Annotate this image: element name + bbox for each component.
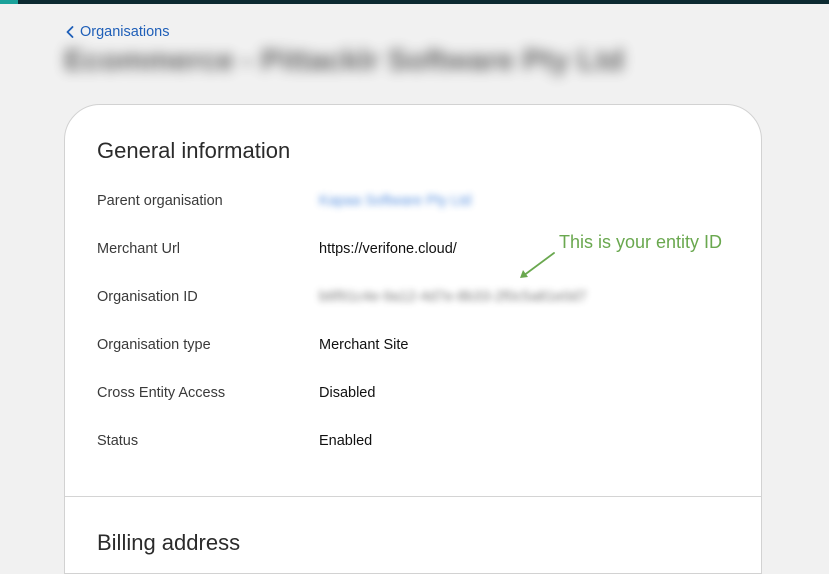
chevron-left-icon [66,26,74,38]
entity-id-annotation: This is your entity ID [559,232,723,252]
detail-label: Merchant Url [97,241,180,257]
page-title: Ecommerce - Pittacklr Software Pty Ltd [64,44,625,77]
detail-label: Status [97,433,139,449]
header-accent [0,0,18,4]
detail-value: Merchant Site [319,337,409,353]
organisation-details-card: General information Parent organisation … [64,104,762,574]
detail-label: Organisation type [97,337,211,353]
detail-label: Cross Entity Access [97,385,226,401]
top-header-bar [0,0,829,4]
detail-value: https://verifone.cloud/ [319,241,457,257]
billing-address-heading: Billing address [97,530,241,555]
arrow-icon [514,250,558,287]
detail-value: Disabled [319,385,376,401]
detail-label: Parent organisation [97,193,223,209]
detail-value: Enabled [319,433,373,449]
general-information-heading: General information [97,138,291,163]
section-divider [65,496,761,497]
detail-row-cross-entity-access: Cross Entity Access Disabled [97,385,717,405]
organisation-id-value: b6f91c4e-9a12-4d7e-8b33-2f0c5a81e0d7 [319,289,587,305]
detail-row-organisation-type: Organisation type Merchant Site [97,337,717,357]
detail-row-parent-organisation: Parent organisation Kapaa Software Pty L… [97,193,717,213]
back-link-label[interactable]: Organisations [80,24,169,40]
detail-label: Organisation ID [97,289,198,305]
back-to-organisations-link[interactable]: Organisations [66,24,169,40]
parent-organisation-link[interactable]: Kapaa Software Pty Ltd [319,193,471,209]
detail-row-status: Status Enabled [97,433,717,453]
detail-row-organisation-id: Organisation ID b6f91c4e-9a12-4d7e-8b33-… [97,289,717,309]
